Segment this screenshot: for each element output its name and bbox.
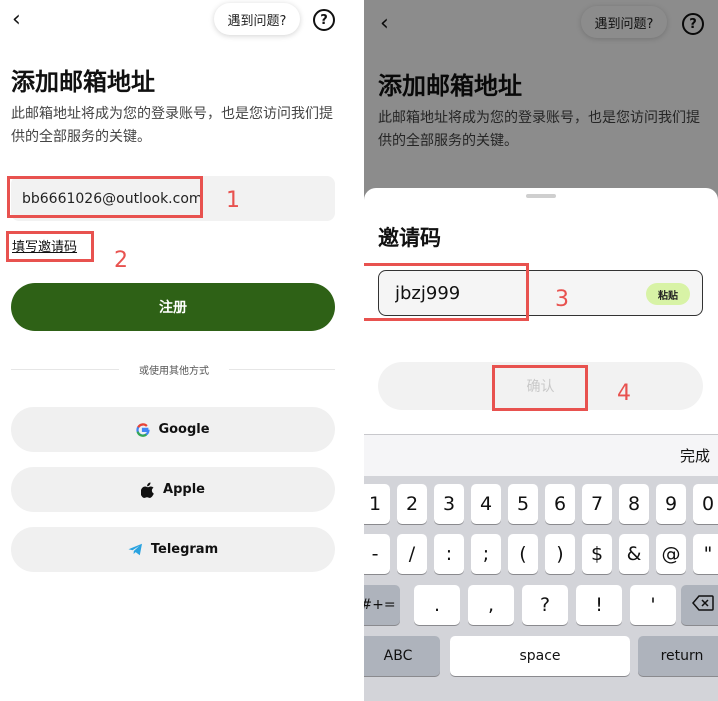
key[interactable]: , (468, 585, 514, 625)
back-icon[interactable]: ‹ (12, 8, 21, 32)
page-description: 此邮箱地址将成为您的登录账号，也是您访问我们提供的全部服务的关键。 (11, 106, 333, 145)
google-label: Google (158, 422, 210, 437)
help-button[interactable]: 遇到问题? (214, 3, 300, 35)
key[interactable]: 0 (693, 484, 718, 524)
keyboard-toolbar (364, 434, 718, 476)
key[interactable]: & (619, 534, 649, 574)
divider-label: 或使用其他方式 (139, 366, 209, 377)
sheet-title: 邀请码 (378, 226, 441, 250)
annotation-number-3: 3 (555, 287, 569, 312)
key[interactable]: ? (522, 585, 568, 625)
divider-right (229, 369, 335, 370)
key[interactable]: 8 (619, 484, 649, 524)
register-label: 注册 (159, 300, 187, 316)
key[interactable]: ! (576, 585, 622, 625)
email-page: ‹ 遇到问题? ? 添加邮箱地址 此邮箱地址将成为您的登录账号，也是您访问我们提… (0, 0, 348, 701)
annotation-number-1: 1 (226, 188, 240, 213)
key[interactable]: : (434, 534, 464, 574)
key[interactable]: 9 (656, 484, 686, 524)
key[interactable]: 2 (397, 484, 427, 524)
telegram-label: Telegram (150, 542, 219, 557)
register-button[interactable]: 注册 (11, 283, 335, 331)
key[interactable]: 4 (471, 484, 501, 524)
google-signin-button[interactable]: Google (11, 407, 335, 452)
key-abc[interactable]: ABC (364, 636, 440, 676)
telegram-signin-button[interactable]: Telegram (11, 527, 335, 572)
key[interactable]: - (364, 534, 390, 574)
key[interactable]: . (414, 585, 460, 625)
invite-code-page: ‹ 遇到问题? ? 添加邮箱地址 此邮箱地址将成为您的登录账号，也是您访问我们提… (364, 0, 718, 701)
confirm-label: 确认 (526, 379, 555, 395)
key-more-symbols[interactable]: #+= (364, 585, 400, 625)
key[interactable]: 7 (582, 484, 612, 524)
question-circle-icon[interactable]: ? (313, 9, 335, 31)
key[interactable]: $ (582, 534, 612, 574)
paste-label: 粘贴 (658, 290, 678, 302)
confirm-button[interactable]: 确认 (378, 362, 703, 410)
key[interactable]: 5 (508, 484, 538, 524)
key[interactable]: 6 (545, 484, 575, 524)
done-button[interactable]: 完成 (680, 445, 710, 466)
help-label: 遇到问题? (227, 13, 287, 29)
telegram-icon (128, 543, 143, 556)
backspace-icon (692, 595, 714, 615)
key[interactable]: @ (656, 534, 686, 574)
dim-overlay[interactable] (364, 0, 718, 200)
email-field[interactable] (11, 176, 335, 221)
key-space[interactable]: space (450, 636, 630, 676)
key[interactable]: " (693, 534, 718, 574)
apple-icon (141, 482, 155, 498)
key[interactable]: ( (508, 534, 538, 574)
key[interactable]: / (397, 534, 427, 574)
paste-button[interactable]: 粘贴 (646, 283, 690, 305)
annotation-number-4: 4 (617, 381, 631, 406)
key[interactable]: ' (630, 585, 676, 625)
page-title: 添加邮箱地址 (11, 68, 155, 96)
key[interactable]: 3 (434, 484, 464, 524)
key[interactable]: ; (471, 534, 501, 574)
google-icon (136, 422, 151, 437)
invite-code-link[interactable]: 填写邀请码 (12, 236, 77, 255)
annotation-number-2: 2 (114, 248, 128, 273)
key-return[interactable]: return (638, 636, 718, 676)
apple-label: Apple (163, 482, 205, 497)
panel-gap (348, 0, 364, 701)
key[interactable]: 1 (364, 484, 390, 524)
apple-signin-button[interactable]: Apple (11, 467, 335, 512)
sheet-handle[interactable] (526, 194, 556, 198)
key[interactable]: ) (545, 534, 575, 574)
divider-left (11, 369, 119, 370)
key-backspace[interactable] (681, 585, 718, 625)
